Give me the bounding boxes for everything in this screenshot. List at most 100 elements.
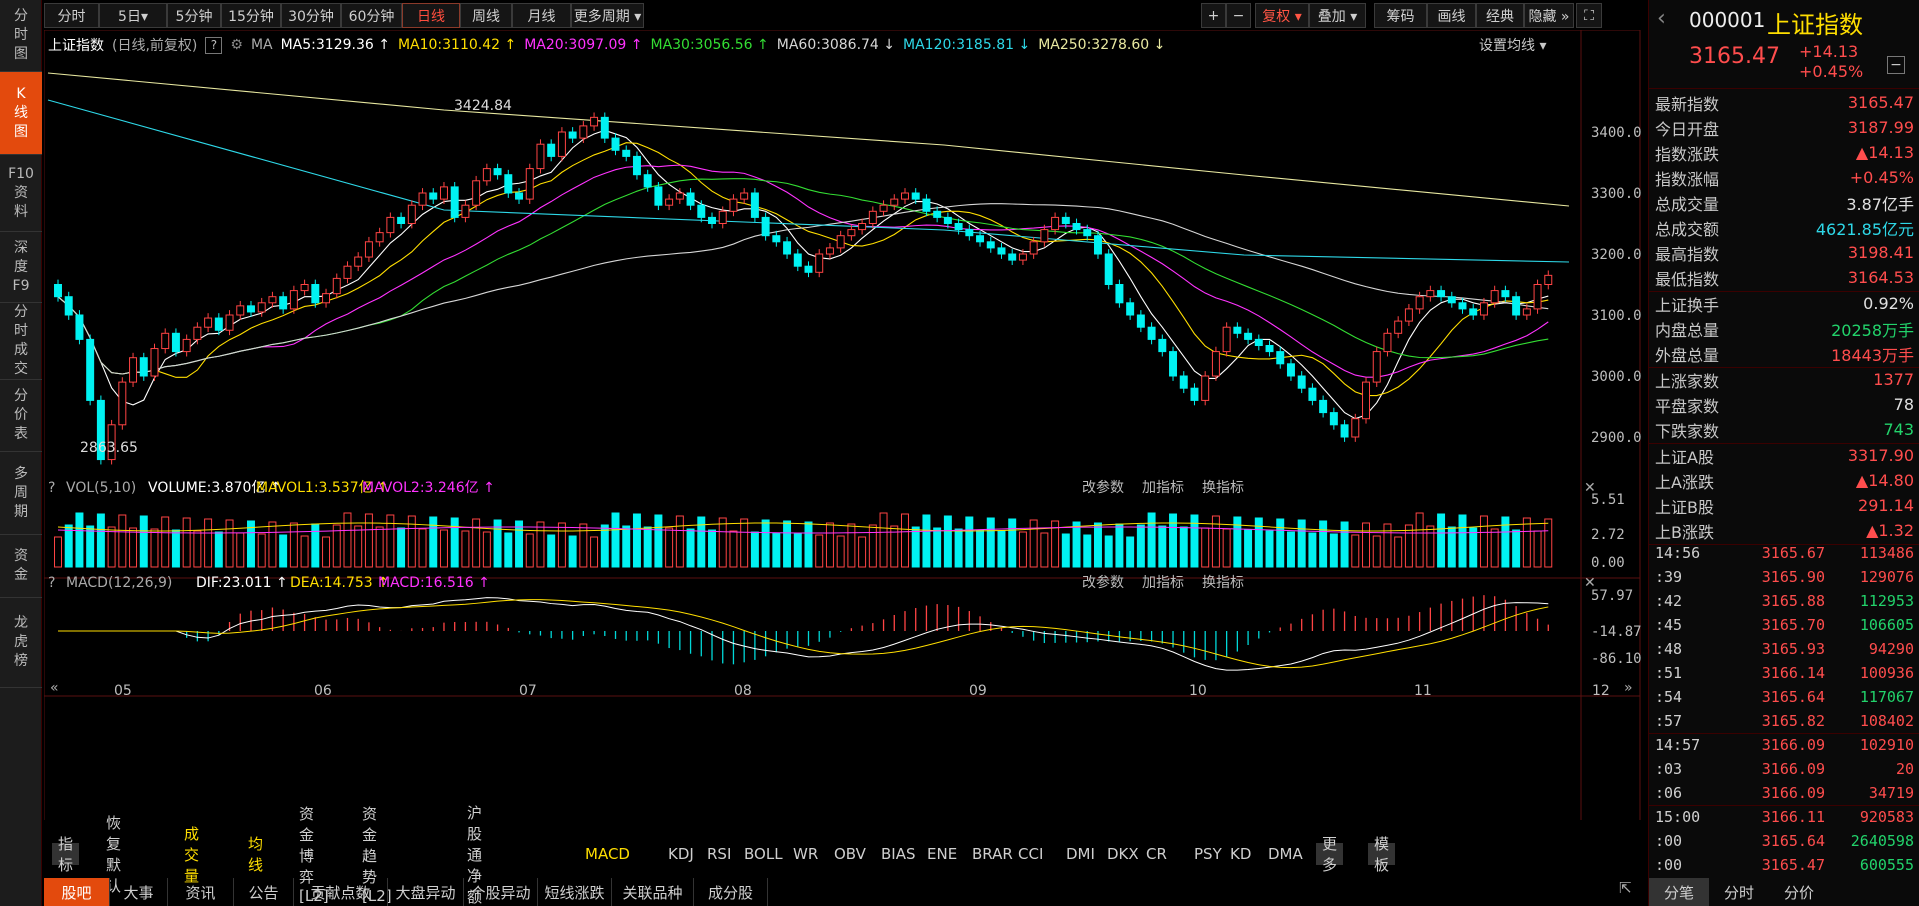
quote-tab-1[interactable]: 分时 [1709,878,1769,906]
period-tab-7[interactable]: 周线 [460,3,512,28]
macd-action-2[interactable]: 换指标 [1202,574,1244,591]
vol-bar [1244,529,1253,568]
period-tab-2[interactable]: 5分钟 [167,3,221,28]
quote-label: 上A涨跌 [1655,472,1714,492]
candle-body [257,302,266,313]
indicator-tab-16[interactable]: CCI [1018,843,1043,865]
macd-action-1[interactable]: 加指标 [1142,575,1184,591]
indicator-tab-24[interactable]: 模板 [1368,835,1396,874]
quote-tab-2[interactable]: 分价 [1769,878,1829,906]
period-tab-1[interactable]: 5日▾ [99,3,167,28]
period-tab-9[interactable]: 更多周期 ▾ [571,3,644,28]
period-tab-6[interactable]: 日线 [402,3,460,28]
candle-body [708,216,716,224]
indicator-tab-14[interactable]: ENE [927,843,957,865]
vol-bar [472,518,481,568]
quote-label: 今日开盘 [1655,119,1720,139]
fullscreen-icon[interactable]: ⛶ [1576,3,1602,28]
indicator-tab-23[interactable]: 更多 [1316,835,1344,874]
tick-time: :00 [1655,832,1683,850]
toolbar-right-3[interactable]: 叠加 ▾ [1309,3,1366,28]
collapse-icon[interactable]: − [1887,56,1905,74]
indicator-tab-17[interactable]: DMI [1066,843,1095,865]
toolbar-right-5[interactable]: 画线 [1427,3,1476,28]
scroll-left-icon[interactable]: « [50,680,59,696]
nav-left-icon[interactable]: ‹ [1657,6,1666,31]
indicator-tab-3[interactable]: 均线 [248,835,263,874]
period-tab-3[interactable]: 15分钟 [221,3,281,28]
toolbar-right-0[interactable]: + [1201,3,1226,28]
vol-bar [1126,536,1135,568]
export-icon[interactable]: ⇱ [1619,879,1632,897]
macd-close-icon[interactable]: ✕ [1584,575,1596,591]
left-nav-item-7[interactable]: 资 金 [0,535,42,598]
macd-action-0[interactable]: 改参数 [1082,574,1124,591]
vol-close-icon[interactable]: ✕ [1584,480,1596,496]
indicator-tab-22[interactable]: DMA [1268,843,1303,865]
indicator-tab-18[interactable]: DKX [1107,843,1139,865]
toolbar-right-1[interactable]: − [1226,3,1251,28]
indicator-tab-2[interactable]: 成交量 [184,825,199,885]
indicator-tab-20[interactable]: PSY [1194,843,1222,865]
bottom-tab-5[interactable]: 大盘异动 [388,878,464,906]
quote-label: 指数涨跌 [1655,144,1720,164]
ma-line-120 [47,99,1570,263]
toolbar-right-7[interactable]: 隐藏 » [1524,3,1574,28]
bottom-tab-9[interactable]: 成分股 [694,878,768,906]
tick-price: 3166.09 [1761,760,1825,778]
bottom-tab-6[interactable]: 个股异动 [464,878,538,906]
period-tab-0[interactable]: 分时 [44,3,99,28]
tick-volume: 108402 [1859,712,1914,730]
indicator-tab-8[interactable]: KDJ [668,843,694,865]
quote-tab-0[interactable]: 分笔 [1649,878,1709,906]
tick-price: 3165.82 [1761,712,1825,730]
candle-body [1233,326,1242,334]
indicator-tab-6[interactable]: 沪股通净额 [467,804,482,906]
bottom-tab-7[interactable]: 短线涨跌 [538,878,612,906]
vol-bar [311,523,320,568]
indicator-tab-1[interactable]: 恢复默认 [106,814,121,895]
indicator-tab-0[interactable]: 指标 [52,835,80,874]
vol-bar [590,536,599,568]
bottom-tab-1[interactable]: 大事 [110,878,168,906]
left-nav-item-8[interactable]: 龙 虎 榜 [0,598,42,688]
scroll-right-icon[interactable]: » [1624,680,1633,696]
kline-chart[interactable]: 3400.00 3300.00 3200.00 3100.00 3000.00 2900.… [44,30,1641,820]
indicator-tab-10[interactable]: BOLL [744,843,783,865]
candle-body [1061,216,1070,224]
toolbar-right-6[interactable]: 经典 [1476,3,1524,28]
indicator-tab-15[interactable]: BRAR [972,843,1013,865]
left-nav-item-2[interactable]: F10 资 料 [0,155,42,232]
left-nav-item-0[interactable]: 分 时 图 [0,0,42,72]
indicator-tab-19[interactable]: CR [1146,843,1167,865]
indicator-tab-12[interactable]: OBV [834,843,866,865]
left-nav-item-4[interactable]: 分 时 成 交 [0,303,42,380]
indicator-tab-9[interactable]: RSI [707,843,731,865]
period-tab-5[interactable]: 60分钟 [341,3,402,28]
toolbar-right-4[interactable]: 筹码 [1374,3,1427,28]
vol-action-1[interactable]: 加指标 [1142,480,1184,496]
indicator-tab-11[interactable]: WR [793,843,818,865]
indicator-tab-7[interactable]: MACD [585,843,630,865]
left-nav-item-6[interactable]: 多 周 期 [0,452,42,535]
vol-bar [1276,518,1285,568]
bottom-tab-2[interactable]: 资讯 [168,878,234,906]
indicator-tab-4[interactable]: 资金博弈[L2] [299,805,329,905]
left-nav-item-3[interactable]: 深 度 F9 [0,232,42,303]
left-nav-item-5[interactable]: 分 价 表 [0,380,42,452]
candle-body [364,241,373,258]
period-tab-8[interactable]: 月线 [512,3,571,28]
toolbar-right-2[interactable]: 复权 ▾ [1255,3,1309,28]
vol-action-2[interactable]: 换指标 [1202,479,1244,496]
bottom-tab-8[interactable]: 关联品种 [612,878,694,906]
indicator-tab-5[interactable]: 资金趋势[L2] [362,805,392,905]
left-nav-item-1[interactable]: K 线 图 [0,72,42,155]
indicator-tab-21[interactable]: KD [1230,843,1251,865]
bottom-tab-3[interactable]: 公告 [234,878,294,906]
vol-action-0[interactable]: 改参数 [1082,479,1124,496]
bottom-tab-4[interactable]: 贡献点数 [294,878,388,906]
bottom-tab-0[interactable]: 股吧 [44,878,110,906]
candle-body [1437,290,1446,298]
indicator-tab-13[interactable]: BIAS [881,843,916,865]
period-tab-4[interactable]: 30分钟 [281,3,341,28]
